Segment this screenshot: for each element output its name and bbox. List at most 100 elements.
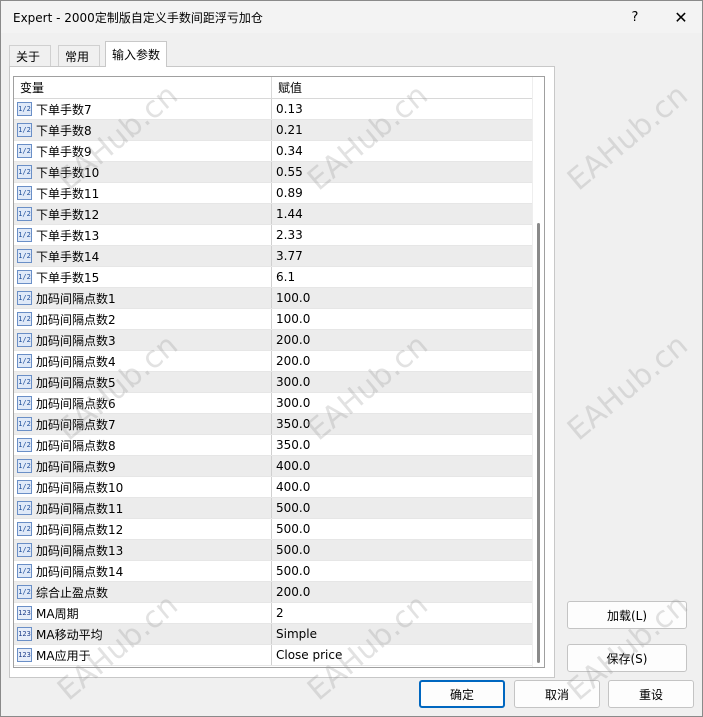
parameter-name-cell[interactable]: 1/2 下单手数9 — [14, 141, 272, 161]
parameter-name-cell[interactable]: 1/2 下单手数11 — [14, 183, 272, 203]
tab-common[interactable]: 常用 — [58, 45, 100, 67]
parameter-value-cell[interactable]: 300.0 — [272, 372, 532, 392]
help-icon[interactable]: ? — [615, 3, 655, 31]
parameter-row[interactable]: 1/2 加码间隔点数10 400.0 — [14, 477, 532, 498]
parameter-value-cell[interactable]: 200.0 — [272, 582, 532, 602]
parameter-value-cell[interactable]: 1.44 — [272, 204, 532, 224]
parameter-name-cell[interactable]: 123 MA移动平均 — [14, 624, 272, 644]
column-header-variable[interactable]: 变量 — [14, 77, 272, 99]
parameter-row[interactable]: 1/2 下单手数9 0.34 — [14, 141, 532, 162]
parameter-name-cell[interactable]: 1/2 加码间隔点数9 — [14, 456, 272, 476]
parameter-name-cell[interactable]: 1/2 下单手数13 — [14, 225, 272, 245]
parameter-row[interactable]: 123 MA应用于 Close price — [14, 645, 532, 666]
parameter-name: 综合止盈点数 — [36, 585, 109, 600]
parameter-name-cell[interactable]: 1/2 加码间隔点数8 — [14, 435, 272, 455]
double-value-icon: 1/2 — [17, 480, 32, 494]
parameter-name-cell[interactable]: 1/2 加码间隔点数2 — [14, 309, 272, 329]
parameter-row[interactable]: 1/2 加码间隔点数4 200.0 — [14, 351, 532, 372]
parameter-row[interactable]: 1/2 下单手数8 0.21 — [14, 120, 532, 141]
parameter-value-cell[interactable]: 0.21 — [272, 120, 532, 140]
parameter-name-cell[interactable]: 1/2 综合止盈点数 — [14, 582, 272, 602]
ok-button[interactable]: 确定 — [419, 680, 505, 708]
parameter-name-cell[interactable]: 1/2 加码间隔点数14 — [14, 561, 272, 581]
parameter-value-cell[interactable]: 200.0 — [272, 330, 532, 350]
parameter-row[interactable]: 1/2 综合止盈点数 200.0 — [14, 582, 532, 603]
parameter-name-cell[interactable]: 1/2 下单手数8 — [14, 120, 272, 140]
parameter-value-cell[interactable]: 0.55 — [272, 162, 532, 182]
parameter-row[interactable]: 1/2 加码间隔点数7 350.0 — [14, 414, 532, 435]
parameter-row[interactable]: 1/2 下单手数7 0.13 — [14, 99, 532, 120]
parameter-name-cell[interactable]: 1/2 下单手数14 — [14, 246, 272, 266]
parameter-name-cell[interactable]: 123 MA应用于 — [14, 645, 272, 665]
parameter-value-cell[interactable]: 6.1 — [272, 267, 532, 287]
parameter-value-cell[interactable]: 100.0 — [272, 288, 532, 308]
load-button[interactable]: 加载(L) — [567, 601, 687, 629]
parameter-name-cell[interactable]: 1/2 加码间隔点数10 — [14, 477, 272, 497]
parameter-row[interactable]: 1/2 加码间隔点数3 200.0 — [14, 330, 532, 351]
parameter-row[interactable]: 1/2 加码间隔点数6 300.0 — [14, 393, 532, 414]
parameter-value-cell[interactable]: 300.0 — [272, 393, 532, 413]
parameter-row[interactable]: 1/2 下单手数14 3.77 — [14, 246, 532, 267]
parameter-name-cell[interactable]: 1/2 加码间隔点数5 — [14, 372, 272, 392]
parameter-value-cell[interactable]: 100.0 — [272, 309, 532, 329]
parameter-name-cell[interactable]: 1/2 加码间隔点数11 — [14, 498, 272, 518]
parameter-name-cell[interactable]: 1/2 加码间隔点数3 — [14, 330, 272, 350]
vertical-scrollbar[interactable] — [532, 77, 544, 667]
parameter-row[interactable]: 123 MA移动平均 Simple — [14, 624, 532, 645]
parameter-value-cell[interactable]: 500.0 — [272, 561, 532, 581]
parameter-value-cell[interactable]: 350.0 — [272, 435, 532, 455]
parameter-value-cell[interactable]: Simple — [272, 624, 532, 644]
tab-about[interactable]: 关于 — [9, 45, 51, 67]
parameter-name-cell[interactable]: 1/2 加码间隔点数13 — [14, 540, 272, 560]
parameter-name-cell[interactable]: 1/2 加码间隔点数12 — [14, 519, 272, 539]
double-value-icon: 1/2 — [17, 501, 32, 515]
parameter-row[interactable]: 1/2 加码间隔点数13 500.0 — [14, 540, 532, 561]
parameter-name-cell[interactable]: 1/2 下单手数10 — [14, 162, 272, 182]
parameter-row[interactable]: 1/2 下单手数13 2.33 — [14, 225, 532, 246]
parameter-row[interactable]: 1/2 下单手数11 0.89 — [14, 183, 532, 204]
parameter-value-cell[interactable]: 0.13 — [272, 99, 532, 119]
parameter-row[interactable]: 1/2 下单手数10 0.55 — [14, 162, 532, 183]
cancel-button[interactable]: 取消 — [514, 680, 600, 708]
parameter-row[interactable]: 1/2 加码间隔点数2 100.0 — [14, 309, 532, 330]
parameter-row[interactable]: 1/2 下单手数12 1.44 — [14, 204, 532, 225]
parameter-name-cell[interactable]: 1/2 下单手数15 — [14, 267, 272, 287]
parameter-value-cell[interactable]: 0.34 — [272, 141, 532, 161]
close-icon[interactable]: ✕ — [661, 3, 701, 31]
scrollbar-thumb[interactable] — [537, 223, 540, 663]
parameter-value-cell[interactable]: 2.33 — [272, 225, 532, 245]
save-button[interactable]: 保存(S) — [567, 644, 687, 672]
parameter-name-cell[interactable]: 1/2 加码间隔点数6 — [14, 393, 272, 413]
parameter-row[interactable]: 1/2 加码间隔点数5 300.0 — [14, 372, 532, 393]
parameter-row[interactable]: 1/2 加码间隔点数11 500.0 — [14, 498, 532, 519]
column-header-value[interactable]: 赋值 — [272, 77, 532, 99]
parameter-name-cell[interactable]: 1/2 下单手数7 — [14, 99, 272, 119]
parameter-row[interactable]: 1/2 加码间隔点数12 500.0 — [14, 519, 532, 540]
parameter-value-cell[interactable]: 200.0 — [272, 351, 532, 371]
tab-input-parameters[interactable]: 输入参数 — [105, 41, 167, 67]
parameter-value-cell[interactable]: 0.89 — [272, 183, 532, 203]
parameter-value-cell[interactable]: 500.0 — [272, 519, 532, 539]
double-value-icon: 1/2 — [17, 207, 32, 221]
parameter-value-cell[interactable]: 2 — [272, 603, 532, 623]
parameter-value-cell[interactable]: 500.0 — [272, 540, 532, 560]
reset-button[interactable]: 重设 — [608, 680, 694, 708]
parameter-value-cell[interactable]: 500.0 — [272, 498, 532, 518]
parameter-row[interactable]: 1/2 加码间隔点数9 400.0 — [14, 456, 532, 477]
parameter-row[interactable]: 1/2 下单手数15 6.1 — [14, 267, 532, 288]
parameter-value-cell[interactable]: 400.0 — [272, 456, 532, 476]
parameter-name-cell[interactable]: 1/2 加码间隔点数4 — [14, 351, 272, 371]
parameter-row[interactable]: 1/2 加码间隔点数14 500.0 — [14, 561, 532, 582]
parameter-value-cell[interactable]: 3.77 — [272, 246, 532, 266]
parameter-row[interactable]: 123 MA周期 2 — [14, 603, 532, 624]
parameter-value-cell[interactable]: Close price — [272, 645, 532, 665]
parameter-row[interactable]: 1/2 加码间隔点数1 100.0 — [14, 288, 532, 309]
parameter-name-cell[interactable]: 1/2 加码间隔点数1 — [14, 288, 272, 308]
parameter-row[interactable]: 1/2 加码间隔点数8 350.0 — [14, 435, 532, 456]
parameter-name-cell[interactable]: 1/2 下单手数12 — [14, 204, 272, 224]
parameter-value-cell[interactable]: 400.0 — [272, 477, 532, 497]
parameter-name-cell[interactable]: 123 MA周期 — [14, 603, 272, 623]
parameter-name-cell[interactable]: 1/2 加码间隔点数7 — [14, 414, 272, 434]
title-bar[interactable]: Expert - 2000定制版自定义手数间距浮亏加仓 ? ✕ — [1, 1, 702, 33]
parameter-value-cell[interactable]: 350.0 — [272, 414, 532, 434]
